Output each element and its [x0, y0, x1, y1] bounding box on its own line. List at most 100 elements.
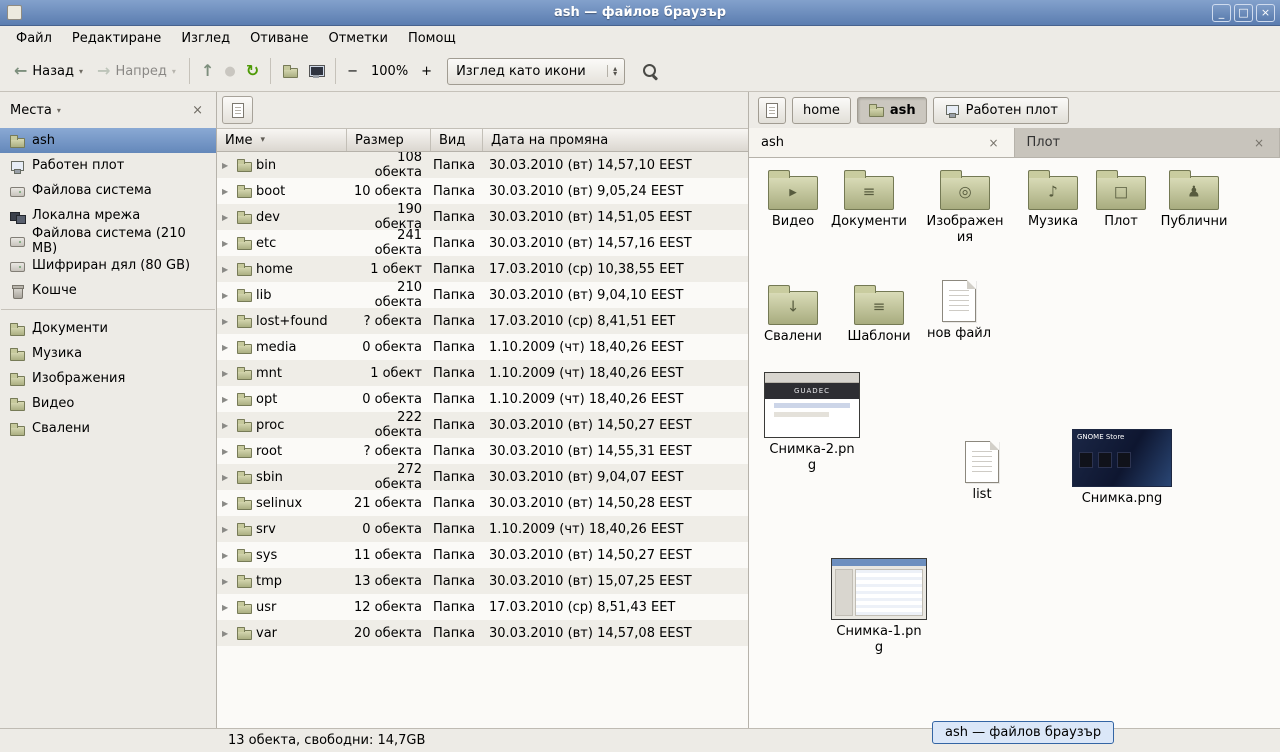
- home-button[interactable]: [277, 58, 303, 84]
- sidebar-item[interactable]: Свалени: [0, 416, 216, 441]
- tab-ash[interactable]: ash ×: [749, 128, 1015, 157]
- menu-item[interactable]: Отметки: [318, 28, 397, 49]
- stop-button[interactable]: ●: [219, 60, 240, 83]
- table-row[interactable]: ▶ lib 210 обекта Папка 30.03.2010 (вт) 9…: [217, 282, 748, 308]
- view-mode-select[interactable]: Изглед като икони ▴▾: [447, 58, 625, 85]
- table-row[interactable]: ▶ var 20 обекта Папка 30.03.2010 (вт) 14…: [217, 620, 748, 646]
- zoom-in-button[interactable]: +: [416, 59, 437, 84]
- folder-images[interactable]: ◎ Изображения: [925, 168, 1005, 245]
- expander-icon[interactable]: ▶: [222, 187, 232, 196]
- table-row[interactable]: ▶ srv 0 обекта Папка 1.10.2009 (чт) 18,4…: [217, 516, 748, 542]
- sidebar-item[interactable]: ash: [0, 128, 216, 153]
- file-list[interactable]: list: [938, 441, 1026, 503]
- chevron-down-icon[interactable]: ▾: [79, 67, 83, 76]
- menu-item[interactable]: Помощ: [398, 28, 466, 49]
- table-row[interactable]: ▶ sbin 272 обекта Папка 30.03.2010 (вт) …: [217, 464, 748, 490]
- folder-documents[interactable]: ≡ Документи: [825, 168, 913, 230]
- table-row[interactable]: ▶ mnt 1 обект Папка 1.10.2009 (чт) 18,40…: [217, 360, 748, 386]
- tab-close-icon[interactable]: ×: [985, 136, 1001, 150]
- table-row[interactable]: ▶ boot 10 обекта Папка 30.03.2010 (вт) 9…: [217, 178, 748, 204]
- folder-downloads[interactable]: ↓ Свалени: [749, 283, 837, 345]
- sidebar-title[interactable]: Места: [10, 103, 52, 118]
- zoom-out-button[interactable]: −: [342, 59, 363, 84]
- tab-plot[interactable]: Плот ×: [1015, 128, 1280, 157]
- column-header-name[interactable]: Име ▾: [217, 129, 347, 151]
- expander-icon[interactable]: ▶: [222, 551, 232, 560]
- back-button[interactable]: ← Назад ▾: [7, 58, 90, 84]
- expander-icon[interactable]: ▶: [222, 161, 232, 170]
- titlebar[interactable]: ash — файлов браузър _ □ ×: [0, 0, 1280, 26]
- reload-button[interactable]: ↻: [241, 58, 264, 84]
- sidebar-item[interactable]: Видео: [0, 391, 216, 416]
- table-row[interactable]: ▶ etc 241 обекта Папка 30.03.2010 (вт) 1…: [217, 230, 748, 256]
- menu-item[interactable]: Редактиране: [62, 28, 171, 49]
- table-row[interactable]: ▶ home 1 обект Папка 17.03.2010 (ср) 10,…: [217, 256, 748, 282]
- expander-icon[interactable]: ▶: [222, 213, 232, 222]
- up-button[interactable]: ↑: [196, 58, 219, 84]
- table-row[interactable]: ▶ lost+found ? обекта Папка 17.03.2010 (…: [217, 308, 748, 334]
- column-header-type[interactable]: Вид: [431, 129, 483, 151]
- sidebar-item[interactable]: Изображения: [0, 366, 216, 391]
- place-icon: [9, 321, 25, 337]
- expander-icon[interactable]: ▶: [222, 421, 232, 430]
- expander-icon[interactable]: ▶: [222, 369, 232, 378]
- minimize-button[interactable]: _: [1212, 4, 1231, 22]
- pathbar-menu-button[interactable]: [758, 97, 786, 124]
- file-snimka-2[interactable]: GUADEC Снимка-2.png: [760, 372, 864, 473]
- path-button-ash[interactable]: ash: [857, 97, 927, 124]
- sidebar-item[interactable]: Музика: [0, 341, 216, 366]
- path-button-home[interactable]: home: [792, 97, 851, 124]
- menu-item[interactable]: Отиване: [240, 28, 318, 49]
- computer-button[interactable]: [303, 58, 329, 84]
- table-row[interactable]: ▶ opt 0 обекта Папка 1.10.2009 (чт) 18,4…: [217, 386, 748, 412]
- table-row[interactable]: ▶ root ? обекта Папка 30.03.2010 (вт) 14…: [217, 438, 748, 464]
- table-row[interactable]: ▶ media 0 обекта Папка 1.10.2009 (чт) 18…: [217, 334, 748, 360]
- expander-icon[interactable]: ▶: [222, 629, 232, 638]
- column-header-date[interactable]: Дата на промяна: [483, 129, 748, 151]
- expander-icon[interactable]: ▶: [222, 395, 232, 404]
- chevron-down-icon[interactable]: ▾: [57, 106, 61, 115]
- menu-item[interactable]: Изглед: [171, 28, 240, 49]
- tab-close-icon[interactable]: ×: [1251, 136, 1267, 150]
- table-row[interactable]: ▶ dev 190 обекта Папка 30.03.2010 (вт) 1…: [217, 204, 748, 230]
- sidebar-item[interactable]: Работен плот: [0, 153, 216, 178]
- sidebar-close-icon[interactable]: ×: [189, 103, 206, 118]
- expander-icon[interactable]: ▶: [222, 343, 232, 352]
- expander-icon[interactable]: ▶: [222, 317, 232, 326]
- expander-icon[interactable]: ▶: [222, 603, 232, 612]
- path-button-desktop[interactable]: Работен плот: [933, 97, 1069, 124]
- file-new-file[interactable]: нов файл: [915, 280, 1003, 342]
- file-snimka-1[interactable]: Снимка-1.png: [827, 558, 931, 655]
- maximize-button[interactable]: □: [1234, 4, 1253, 22]
- location-icon-button[interactable]: [222, 96, 253, 124]
- sidebar-item[interactable]: Файлова система: [0, 178, 216, 203]
- close-button[interactable]: ×: [1256, 4, 1275, 22]
- menu-item[interactable]: Файл: [6, 28, 62, 49]
- expander-icon[interactable]: ▶: [222, 473, 232, 482]
- expander-icon[interactable]: ▶: [222, 291, 232, 300]
- folder-public[interactable]: ♟ Публични: [1150, 168, 1238, 230]
- column-header-size[interactable]: Размер: [347, 129, 431, 151]
- forward-button[interactable]: → Напред ▾: [90, 58, 183, 84]
- table-row[interactable]: ▶ proc 222 обекта Папка 30.03.2010 (вт) …: [217, 412, 748, 438]
- sidebar-item[interactable]: Локална мрежа: [0, 203, 216, 228]
- folder-video[interactable]: ▸ Видео: [749, 168, 837, 230]
- expander-icon[interactable]: ▶: [222, 577, 232, 586]
- expander-icon[interactable]: ▶: [222, 525, 232, 534]
- table-row[interactable]: ▶ sys 11 обекта Папка 30.03.2010 (вт) 14…: [217, 542, 748, 568]
- sidebar-item[interactable]: Документи: [0, 316, 216, 341]
- search-button[interactable]: [637, 58, 663, 84]
- table-row[interactable]: ▶ tmp 13 обекта Папка 30.03.2010 (вт) 15…: [217, 568, 748, 594]
- table-row[interactable]: ▶ bin 108 обекта Папка 30.03.2010 (вт) 1…: [217, 152, 748, 178]
- expander-icon[interactable]: ▶: [222, 239, 232, 248]
- sidebar-item[interactable]: Шифриран дял (80 GB): [0, 253, 216, 278]
- file-snimka[interactable]: GNOME Store Снимка.png: [1070, 429, 1174, 507]
- folder-templates[interactable]: ≡ Шаблони: [835, 283, 923, 345]
- expander-icon[interactable]: ▶: [222, 499, 232, 508]
- sidebar-item[interactable]: Кошче: [0, 278, 216, 303]
- table-row[interactable]: ▶ usr 12 обекта Папка 17.03.2010 (ср) 8,…: [217, 594, 748, 620]
- expander-icon[interactable]: ▶: [222, 265, 232, 274]
- expander-icon[interactable]: ▶: [222, 447, 232, 456]
- table-row[interactable]: ▶ selinux 21 обекта Папка 30.03.2010 (вт…: [217, 490, 748, 516]
- sidebar-item[interactable]: Файлова система (210 MB): [0, 228, 216, 253]
